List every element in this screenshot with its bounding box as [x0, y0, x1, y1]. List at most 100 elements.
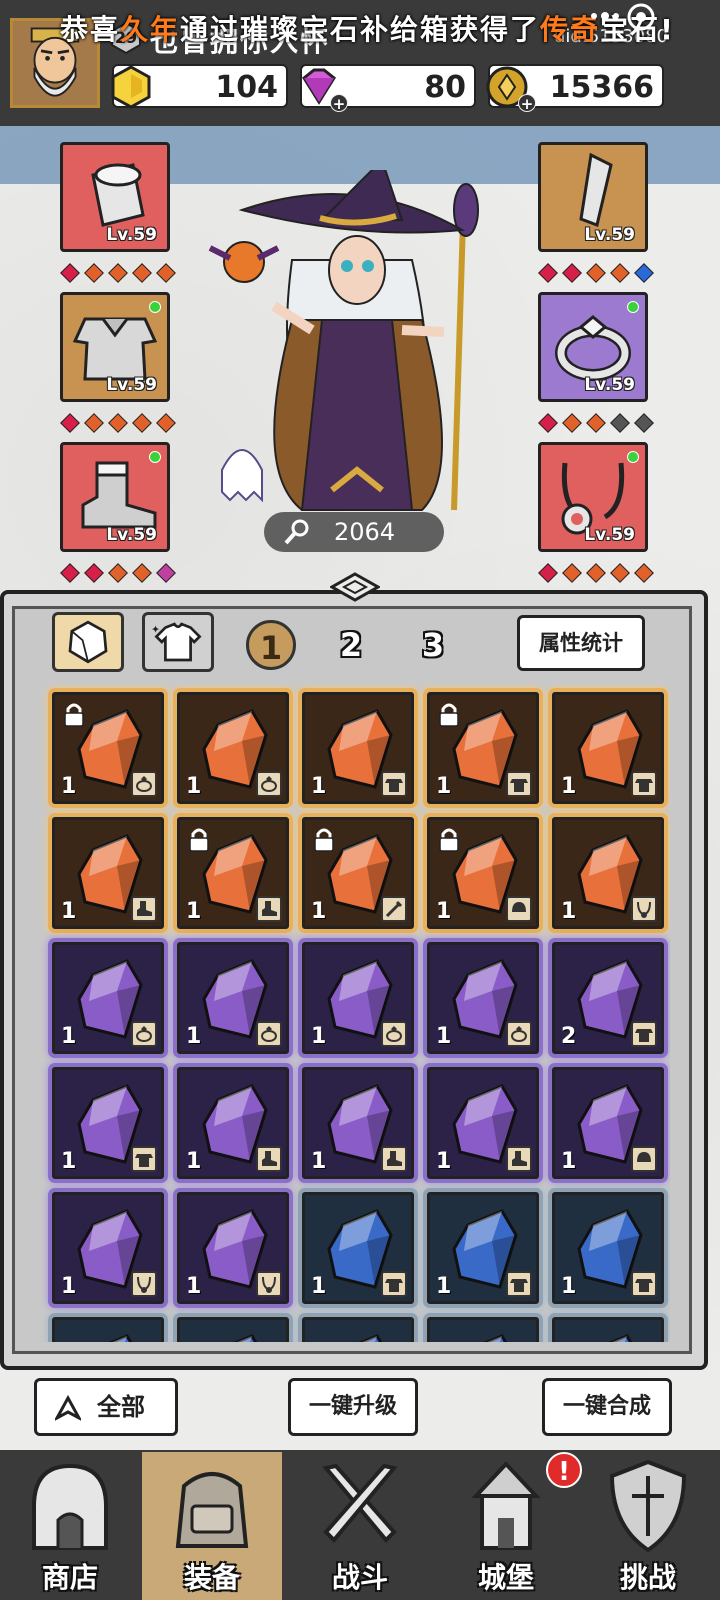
arm-guard-level: Lv.59: [584, 225, 635, 245]
coin-counter[interactable]: + 15366: [486, 64, 664, 113]
one-click-upgrade-button[interactable]: 一键升级: [288, 1378, 418, 1436]
gem-slot[interactable]: 1: [177, 1192, 289, 1304]
gem-slot[interactable]: [427, 1317, 539, 1342]
gem-slot[interactable]: 1: [52, 942, 164, 1054]
page-tab-1-label: 1: [259, 629, 283, 667]
gem-socket: [562, 263, 582, 283]
gem-slot[interactable]: 1: [552, 692, 664, 804]
gem-slot[interactable]: 1: [302, 942, 414, 1054]
gem-slot[interactable]: [52, 1317, 164, 1342]
shop-icon: [32, 1463, 108, 1550]
gold-counter: 104: [111, 64, 288, 109]
hero-character[interactable]: [182, 158, 522, 540]
gauntlet-level: Lv.59: [106, 225, 157, 245]
gem-count: 1: [186, 1024, 202, 1049]
nav-challenge[interactable]: 挑战: [578, 1452, 718, 1600]
target-close-icon[interactable]: [624, 0, 658, 34]
nav-shop-label: 商店: [41, 1561, 98, 1594]
boots-type-icon: [131, 896, 157, 922]
boots-level: Lv.59: [106, 525, 157, 545]
castle-alert-badge: !: [546, 1452, 582, 1488]
add-coin-icon[interactable]: +: [518, 94, 536, 113]
ring-type-icon: [506, 1021, 532, 1047]
gem-socket: [108, 563, 128, 583]
gem-slot[interactable]: 1: [427, 1192, 539, 1304]
nav-shop[interactable]: 商店: [0, 1452, 140, 1600]
gem-slot[interactable]: 1: [177, 1067, 289, 1179]
gem-slot[interactable]: 1: [302, 692, 414, 804]
ring-slot[interactable]: Lv.59: [538, 292, 648, 402]
gem-slot[interactable]: [552, 1317, 664, 1342]
gem-slot[interactable]: 1: [552, 817, 664, 929]
gauntlet-slot[interactable]: Lv.59: [60, 142, 170, 252]
add-diamond-icon[interactable]: +: [330, 94, 348, 113]
gem-count: 1: [61, 1274, 77, 1299]
ring-type-icon: [256, 771, 282, 797]
boots-slot[interactable]: Lv.59: [60, 442, 170, 552]
filter-all-label: 全部: [97, 1393, 145, 1421]
gem-slot[interactable]: 1: [177, 817, 289, 929]
gem-socket: [610, 263, 630, 283]
gem-count: 1: [561, 1149, 577, 1174]
gem-slot[interactable]: [177, 1317, 289, 1342]
gem-socket: [156, 413, 176, 433]
gem-slot[interactable]: 1: [302, 1067, 414, 1179]
gem-socket: [60, 263, 80, 283]
panel-ornament-icon: [330, 572, 380, 602]
tab-outfits[interactable]: ✦: [142, 612, 214, 672]
gem-slot[interactable]: 1: [552, 1067, 664, 1179]
gauntlet-gem-sockets: [60, 263, 176, 283]
gem-slot[interactable]: 1: [52, 817, 164, 929]
nav-battle[interactable]: 战斗: [290, 1452, 430, 1600]
gem-inventory-grid: 1 1 1 1 1 1 1 1 1 1 1 1 1 1 2 1 1 1 1 1 1 1 1 1 1: [40, 684, 670, 1342]
gem-slot[interactable]: 1: [302, 1192, 414, 1304]
gem-slot[interactable]: 1: [427, 817, 539, 929]
lock-icon: [189, 828, 209, 852]
page-tab-3[interactable]: 3: [408, 620, 458, 670]
crossed-swords-icon: [322, 1463, 398, 1543]
nav-equipment[interactable]: 装备: [142, 1452, 282, 1600]
announcement-middle: 通过璀璨宝石补给箱获得了: [180, 13, 541, 46]
gem-slot[interactable]: 1: [52, 1067, 164, 1179]
gem-socket: [538, 563, 558, 583]
one-click-merge-button[interactable]: 一键合成: [542, 1378, 672, 1436]
boots-type-icon: [381, 1146, 407, 1172]
lock-icon: [439, 703, 459, 727]
gem-socket: [538, 263, 558, 283]
gem-socket: [108, 413, 128, 433]
armor-type-icon: [131, 1146, 157, 1172]
filter-all-button[interactable]: 全部: [34, 1378, 178, 1436]
power-icon: [284, 519, 309, 545]
armor-slot[interactable]: Lv.59: [60, 292, 170, 402]
tab-gems[interactable]: [52, 612, 124, 672]
gem-count: 1: [311, 774, 327, 799]
gem-slot[interactable]: 1: [552, 1192, 664, 1304]
gem-slot[interactable]: [302, 1317, 414, 1342]
arm-guard-slot[interactable]: Lv.59: [538, 142, 648, 252]
page-tab-1[interactable]: 1: [246, 620, 296, 670]
gem-slot[interactable]: 1: [302, 817, 414, 929]
gem-slot[interactable]: 2: [552, 942, 664, 1054]
combat-power: 2064: [264, 512, 444, 552]
page-tab-2[interactable]: 2: [326, 620, 376, 670]
gem-socket: [156, 263, 176, 283]
gem-socket: [634, 563, 654, 583]
triangle-up-icon: [55, 1395, 81, 1421]
diamond-amount: 80: [424, 70, 466, 105]
nav-castle-label: 城堡: [477, 1561, 534, 1594]
gem-slot[interactable]: 1: [427, 692, 539, 804]
backpack-icon: [175, 1472, 249, 1548]
gem-slot[interactable]: 1: [427, 942, 539, 1054]
necklace-type-icon: [131, 1271, 157, 1297]
gem-slot[interactable]: 1: [52, 692, 164, 804]
attribute-stats-button[interactable]: 属性统计: [517, 615, 645, 671]
gem-socket: [538, 413, 558, 433]
gem-slot[interactable]: 1: [177, 942, 289, 1054]
gem-slot[interactable]: 1: [52, 1192, 164, 1304]
gem-slot[interactable]: 1: [427, 1067, 539, 1179]
diamond-counter[interactable]: + 80: [300, 64, 476, 113]
announcement-player: 久年: [120, 13, 181, 46]
gem-slot[interactable]: 1: [177, 692, 289, 804]
gem-socket: [586, 413, 606, 433]
necklace-slot[interactable]: Lv.59: [538, 442, 648, 552]
